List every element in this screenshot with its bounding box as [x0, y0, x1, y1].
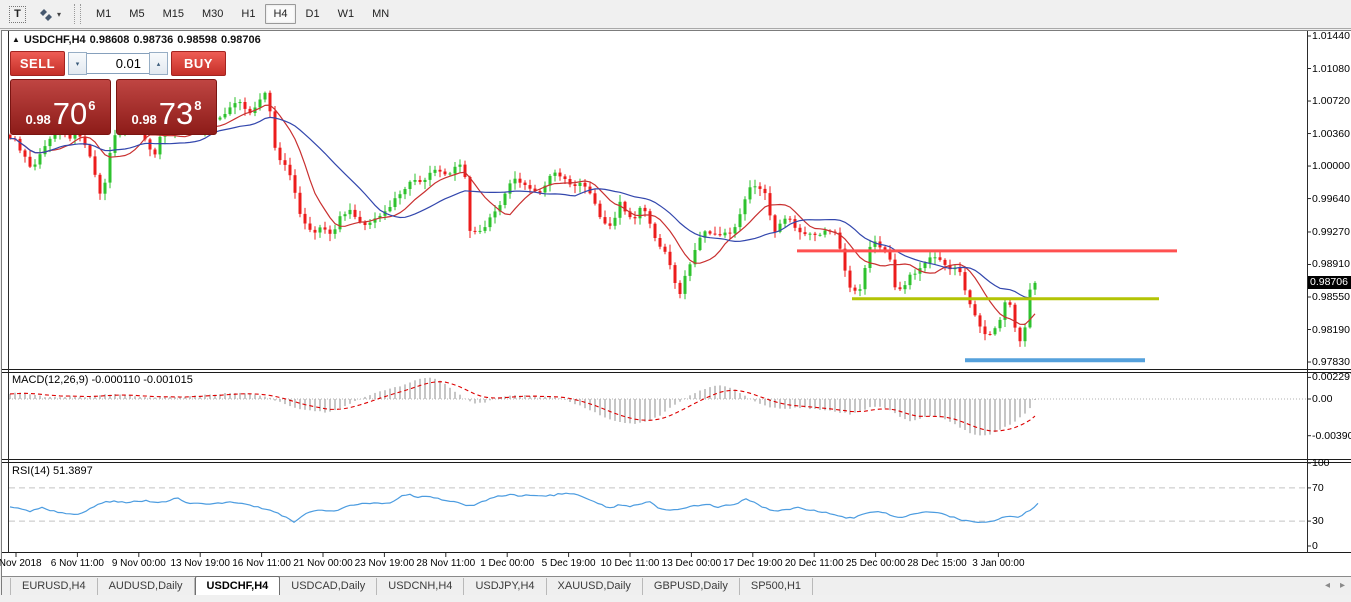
rsi-indicator-label: RSI(14) 51.3897	[12, 465, 93, 477]
sell-price-box[interactable]: 0.98 70 6	[10, 79, 111, 135]
drawing-tool-button[interactable]: ▾	[35, 4, 64, 24]
tab-scroll-arrows: ◂ ▸	[1325, 580, 1345, 591]
bottom-tab-audusd-daily[interactable]: AUDUSD,Daily	[98, 578, 195, 595]
timeframe-group: M1M5M15M30H1H4D1W1MN	[87, 4, 398, 24]
timeframe-mn[interactable]: MN	[364, 4, 397, 24]
rsi-name: RSI(14)	[12, 465, 50, 477]
sell-price-prefix: 0.98	[25, 113, 50, 126]
chart-window: ▲USDCHF,H40.986080.987360.985980.98706 S…	[1, 30, 1351, 597]
buy-price-box[interactable]: 0.98 73 8	[116, 79, 217, 135]
toolbar-separator	[74, 4, 81, 24]
ma-slow-line	[10, 117, 1035, 299]
buy-button[interactable]: BUY	[171, 51, 226, 76]
macd-histogram	[10, 378, 1035, 436]
chart-tab-bar: EURUSD,H4AUDUSD,DailyUSDCHF,H4USDCAD,Dai…	[2, 576, 1351, 596]
macd-signal-line	[10, 382, 1035, 431]
bar-open: 0.98608	[90, 34, 130, 46]
bottom-tab-usdcad-daily[interactable]: USDCAD,Daily	[280, 578, 377, 595]
bottom-tab-usdcnh-h4[interactable]: USDCNH,H4	[377, 578, 464, 595]
bar-low: 0.98598	[177, 34, 217, 46]
down-arrow-icon: ▾	[76, 60, 80, 68]
bottom-tab-xauusd-daily[interactable]: XAUUSD,Daily	[547, 578, 643, 595]
bottom-tab-eurusd-h4[interactable]: EURUSD,H4	[10, 578, 98, 595]
timeframe-w1[interactable]: W1	[330, 4, 363, 24]
timeframe-m5[interactable]: M5	[121, 4, 152, 24]
timeframe-m30[interactable]: M30	[194, 4, 231, 24]
chart-header: ▲ USDCHF,H4 0.986080.98736 0.98598 0.98706	[12, 34, 265, 46]
timeframe-h4[interactable]: H4	[265, 4, 295, 24]
bottom-tab-usdchf-h4[interactable]: USDCHF,H4	[195, 576, 281, 596]
one-click-trading-panel: SELL ▾ ▴ BUY 0.98 70 6 0.98 73 8	[10, 51, 226, 135]
buy-price-main: 73	[159, 102, 193, 126]
macd-indicator-label: MACD(12,26,9) -0.000110 -0.001015	[12, 374, 193, 386]
lot-size-stepper: ▾ ▴	[68, 52, 168, 75]
lot-size-input[interactable]	[87, 53, 149, 74]
sell-price-pip: 6	[88, 99, 95, 112]
timeframe-h1[interactable]: H1	[233, 4, 263, 24]
bottom-tab-sp500-h1[interactable]: SP500,H1	[740, 578, 813, 595]
bottom-tab-gbpusd-daily[interactable]: GBPUSD,Daily	[643, 578, 740, 595]
buy-price-prefix: 0.98	[131, 113, 156, 126]
diamond-arrows-icon	[38, 7, 54, 21]
tab-scroll-left-icon[interactable]: ◂	[1325, 580, 1330, 591]
rsi-value: 51.3897	[53, 465, 93, 477]
chart-tabs: EURUSD,H4AUDUSD,DailyUSDCHF,H4USDCAD,Dai…	[2, 577, 813, 596]
timeframe-d1[interactable]: D1	[298, 4, 328, 24]
current-price-tag: 0.98706	[1308, 276, 1351, 289]
sell-price-main: 70	[53, 102, 87, 126]
toolbar: T ▾ M1M5M15M30H1H4D1W1MN	[0, 0, 1351, 29]
up-arrow-icon: ▴	[157, 60, 161, 68]
lot-increase-button[interactable]: ▴	[149, 52, 168, 75]
status-strip	[0, 595, 1351, 602]
bar-close: 0.98706	[221, 34, 261, 46]
buy-price-pip: 8	[194, 99, 201, 112]
chart-symbol: USDCHF,H4	[24, 34, 86, 46]
timeframe-m1[interactable]: M1	[88, 4, 119, 24]
macd-name: MACD(12,26,9)	[12, 374, 88, 386]
text-tool-icon: T	[9, 6, 26, 23]
chevron-down-icon: ▾	[57, 10, 61, 19]
lot-decrease-button[interactable]: ▾	[68, 52, 87, 75]
bottom-tab-usdjpy-h4[interactable]: USDJPY,H4	[464, 578, 546, 595]
rsi-group	[9, 488, 1307, 521]
macd-values: -0.000110 -0.001015	[91, 374, 192, 386]
sell-button[interactable]: SELL	[10, 51, 65, 76]
ma-fast-line	[10, 105, 1035, 324]
tab-scroll-right-icon[interactable]: ▸	[1340, 580, 1345, 591]
timeframe-m15[interactable]: M15	[155, 4, 192, 24]
expand-marker-icon: ▲	[12, 35, 20, 44]
text-label-tool-button[interactable]: T	[6, 4, 29, 24]
rsi-line	[10, 493, 1038, 522]
bar-high: 0.98736	[133, 34, 173, 46]
